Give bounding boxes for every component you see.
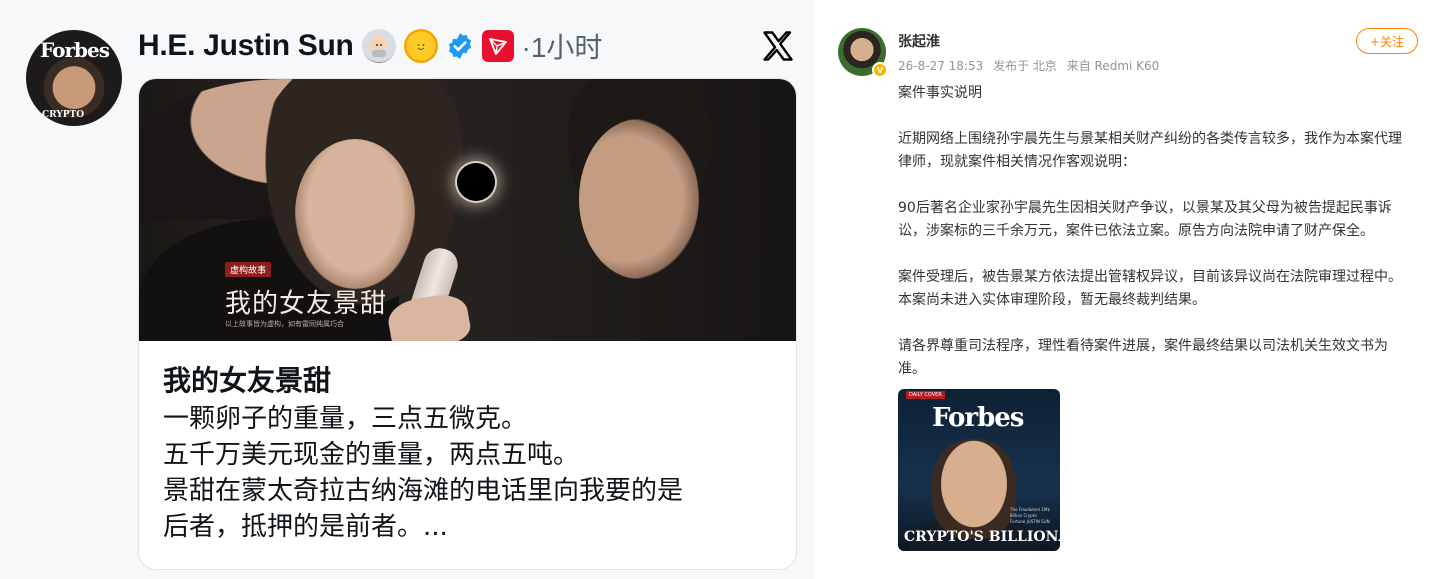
weibo-post: V 张起淮 26-8-27 18:53 发布于 北京 来自 Redmi K60 … (826, 0, 1438, 579)
image-tag: DAILY COVER (906, 391, 945, 399)
sun-emoji-icon (403, 29, 438, 63)
text-line: 准。 (898, 361, 926, 377)
poster-badge: 虚构故事 (225, 262, 272, 277)
image-masthead: Forbes (932, 403, 1024, 433)
twitter-display-name[interactable]: H.E. Justin Sun (138, 29, 354, 63)
text-line: 近期网络上围绕孙宇晨先生与景某相关财产纠纷的各类传言较多，我作为本案代理 (898, 131, 1402, 147)
text-paragraph: 案件受理后，被告景某方依法提出管辖权异议，目前该异议尚在法院审理过程中。 本案尚… (898, 266, 1426, 312)
weibo-author-name[interactable]: 张起淮 (898, 31, 940, 51)
astronaut-emoji-icon (361, 29, 396, 63)
avatar-crypto-text: CRYPTO (42, 110, 85, 120)
text-line: 律师，现就案件相关情况作客观说明： (898, 154, 1136, 170)
text-line: 案件事实说明 (898, 85, 982, 101)
weibo-meta: 26-8-27 18:53 发布于 北京 来自 Redmi K60 (898, 57, 1165, 74)
poster-image: 虚构故事 我的女友景甜 以上故事皆为虚构，如有雷同纯属巧合 (139, 79, 796, 341)
post-location: 发布于 北京 (993, 59, 1057, 73)
text-line: 本案尚未进入实体审理阶段，暂无最终裁判结果。 (898, 292, 1206, 308)
text-paragraph: 请各界尊重司法程序，理性看待案件进展，案件最终结果以司法机关生效文书为 准。 (898, 335, 1426, 381)
verified-badge-icon[interactable] (446, 32, 474, 60)
text-paragraph: 案件事实说明 (898, 82, 1426, 105)
card-body-line: 五千万美元现金的重量，两点五吨。 (163, 440, 580, 470)
post-source: 来自 Redmi K60 (1066, 59, 1160, 73)
image-cover-line: CRYPTO'S BILLIONAIRE BADBOY (904, 529, 1060, 545)
card-body-line: 一颗卵子的重量，三点五微克。 (163, 404, 528, 434)
x-logo-icon[interactable] (760, 28, 796, 64)
link-preview-card[interactable]: 虚构故事 我的女友景甜 以上故事皆为虚构，如有雷同纯属巧合 我的女友景甜 一颗卵… (138, 78, 797, 570)
text-paragraph: 90后著名企业家孙宇晨先生因相关财产争议，以景某及其父母为被告提起民事诉 讼，涉… (898, 197, 1426, 243)
verified-v-badge-icon: V (872, 62, 888, 78)
avatar-magazine-text: Forbes (40, 38, 110, 62)
weibo-text: 案件事实说明 近期网络上围绕孙宇晨先生与景某相关财产纠纷的各类传言较多，我作为本… (898, 82, 1426, 381)
attached-image[interactable]: DAILY COVER Forbes The Fraudulent 1M$ Bi… (898, 389, 1060, 551)
twitter-post: Forbes CRYPTO H.E. Justin Sun ·1小时 虚构故事 … (0, 0, 814, 579)
follow-button[interactable]: +关注 (1356, 28, 1418, 54)
poster-woman-face (295, 139, 415, 289)
twitter-header: H.E. Justin Sun ·1小时 (138, 26, 602, 66)
image-small-text: The Fraudulent 1M$ Billion Crypto Fortun… (1010, 507, 1050, 524)
card-body: 一颗卵子的重量，三点五微克。 五千万美元现金的重量，两点五吨。 景甜在蒙太奇拉古… (163, 401, 783, 545)
card-body-line: 景甜在蒙太奇拉古纳海滩的电话里向我要的是 (163, 476, 684, 506)
twitter-avatar[interactable]: Forbes CRYPTO (26, 30, 122, 126)
card-body-line: 后者，抵押的是前者。... (163, 512, 448, 542)
poster-note: 以上故事皆为虚构，如有雷同纯属巧合 (225, 320, 344, 328)
post-timestamp[interactable]: ·1小时 (522, 26, 603, 66)
tron-logo-icon[interactable] (481, 30, 514, 62)
poster-man-face (579, 119, 699, 279)
post-date[interactable]: 26-8-27 18:53 (898, 59, 983, 73)
text-paragraph: 近期网络上围绕孙宇晨先生与景某相关财产纠纷的各类传言较多，我作为本案代理 律师，… (898, 128, 1426, 174)
card-title: 我的女友景甜 (163, 364, 332, 397)
image-face (932, 439, 1016, 539)
poster-title: 我的女友景甜 (225, 289, 388, 319)
text-line: 案件受理后，被告景某方依法提出管辖权异议，目前该异议尚在法院审理过程中。 (898, 269, 1402, 285)
text-line: 讼，涉案标的三千余万元，案件已依法立案。原告方向法院申请了财产保全。 (898, 223, 1374, 239)
text-line: 90后著名企业家孙宇晨先生因相关财产争议，以景某及其父母为被告提起民事诉 (898, 200, 1392, 216)
eclipse-graphic (457, 163, 495, 201)
text-line: 请各界尊重司法程序，理性看待案件进展，案件最终结果以司法机关生效文书为 (898, 338, 1388, 354)
